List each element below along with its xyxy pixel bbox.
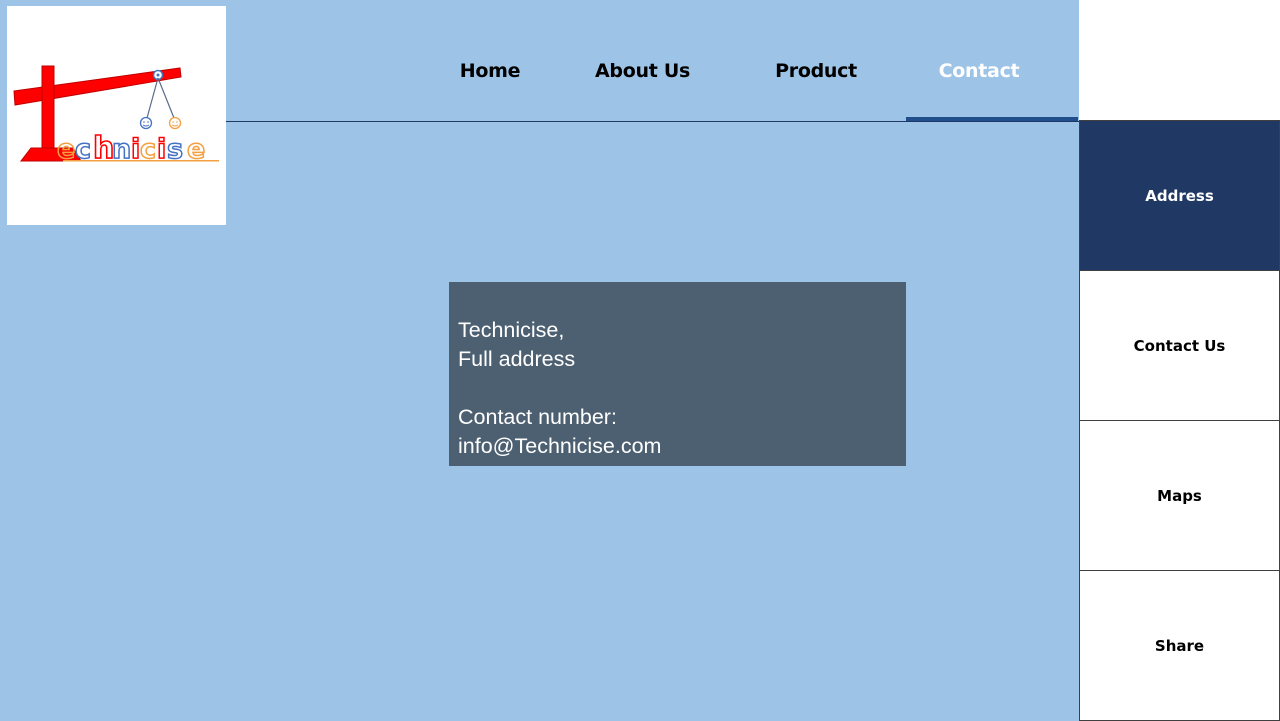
sidebar-menu: Address Contact Us Maps Share bbox=[1079, 120, 1280, 721]
contact-info-box: Technicise, Full address Contact number:… bbox=[449, 282, 906, 466]
sidebar-item-label: Address bbox=[1145, 186, 1214, 205]
sidebar-item-contact-us[interactable]: Contact Us bbox=[1079, 270, 1280, 421]
contact-number-label: Contact number: bbox=[458, 405, 617, 429]
sidebar-item-label: Maps bbox=[1157, 486, 1202, 505]
sidebar-top-blank bbox=[1079, 0, 1280, 121]
sidebar-item-label: Share bbox=[1154, 636, 1205, 655]
nav-about-us[interactable]: About Us bbox=[585, 60, 700, 84]
sidebar-item-address[interactable]: Address bbox=[1079, 120, 1280, 271]
sidebar-item-share[interactable]: Share bbox=[1079, 570, 1280, 721]
logo-graphic: e c h n i c i s e bbox=[13, 65, 219, 167]
contact-email: info@Technicise.com bbox=[458, 434, 662, 458]
header-divider bbox=[226, 121, 1079, 122]
sidebar-item-maps[interactable]: Maps bbox=[1079, 420, 1280, 571]
nav-contact[interactable]: Contact bbox=[926, 60, 1032, 84]
nav-home[interactable]: Home bbox=[447, 60, 533, 84]
technicise-logo[interactable]: e c h n i c i s e bbox=[7, 6, 226, 225]
full-address: Full address bbox=[458, 347, 576, 371]
sidebar-item-label: Contact Us bbox=[1133, 336, 1226, 355]
company-name: Technicise, bbox=[458, 318, 565, 342]
nav-product[interactable]: Product bbox=[764, 60, 868, 84]
nav-active-underline bbox=[906, 117, 1078, 121]
